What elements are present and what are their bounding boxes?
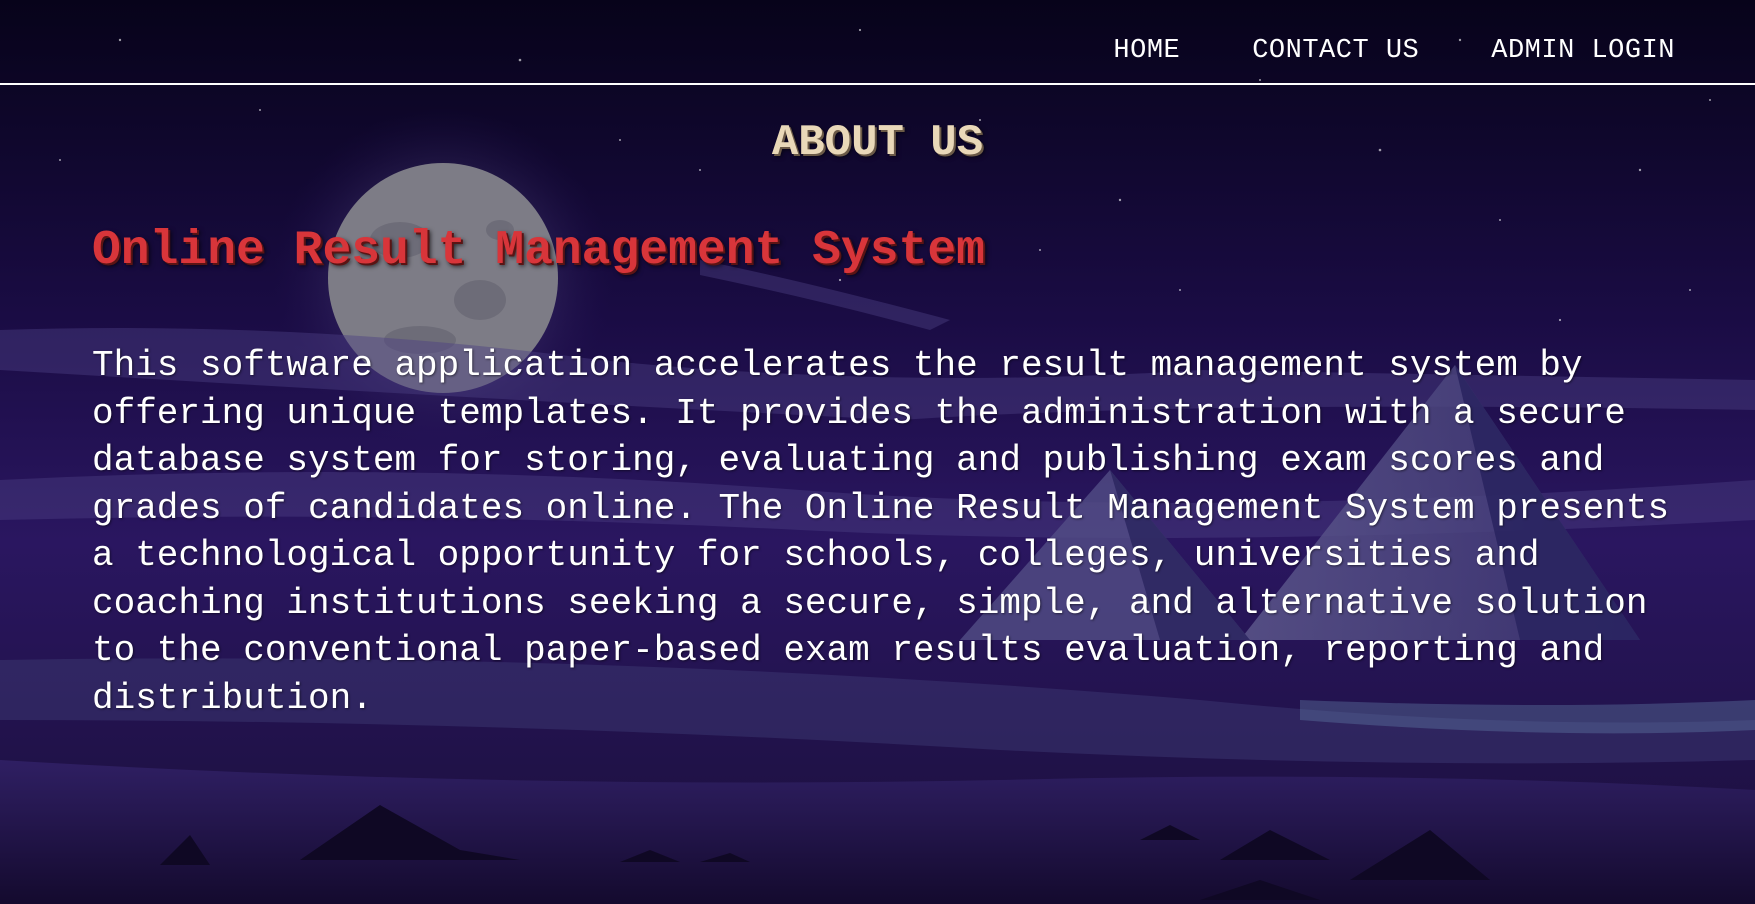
nav-admin-login-link[interactable]: ADMIN LOGIN (1491, 36, 1675, 66)
system-title: Online Result Management System (92, 224, 985, 278)
nav-contact-us-link[interactable]: CONTACT US (1252, 36, 1419, 66)
nav-links: HOME CONTACT US ADMIN LOGIN (1113, 36, 1675, 66)
top-navbar: HOME CONTACT US ADMIN LOGIN (0, 0, 1755, 85)
about-us-heading: ABOUT US (771, 118, 984, 168)
nav-home-link[interactable]: HOME (1113, 36, 1180, 66)
about-description: This software application accelerates th… (92, 345, 1670, 719)
